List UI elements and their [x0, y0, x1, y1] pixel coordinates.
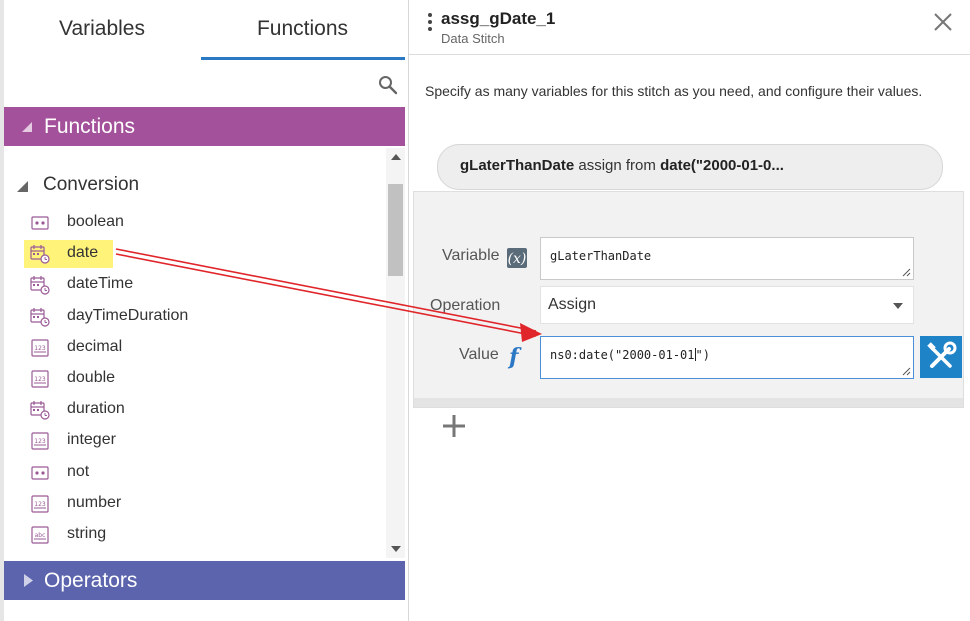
- svg-text:123: 123: [34, 345, 46, 352]
- category-label: Conversion: [43, 174, 140, 195]
- stitch-subtitle: Data Stitch: [441, 31, 505, 46]
- function-item-integer[interactable]: 123 integer: [24, 427, 384, 455]
- svg-text:123: 123: [34, 438, 46, 445]
- function-item-date[interactable]: date: [24, 240, 384, 269]
- number-123-icon: 123: [31, 432, 49, 450]
- number-123-icon: 123: [31, 339, 49, 357]
- function-item-datetime[interactable]: dateTime: [24, 271, 384, 299]
- operators-section-label: Operators: [44, 569, 138, 592]
- tools-wrench-screwdriver-icon: [927, 341, 957, 368]
- function-item-boolean[interactable]: boolean: [24, 209, 384, 237]
- boolean-icon: [31, 465, 49, 480]
- calendar-clock-icon: [30, 401, 50, 420]
- svg-text:123: 123: [34, 501, 46, 508]
- function-item-label: duration: [67, 400, 125, 418]
- function-item-not[interactable]: not: [24, 459, 384, 487]
- value-label: Value: [459, 346, 499, 363]
- operation-select[interactable]: Assign: [540, 286, 914, 324]
- function-item-label: boolean: [67, 213, 124, 230]
- function-item-label: dayTimeDuration: [67, 306, 189, 324]
- assignment-connector: assign from: [578, 157, 656, 174]
- function-item-number[interactable]: 123 number: [24, 490, 384, 518]
- variable-field[interactable]: gLaterThanDate: [540, 237, 914, 280]
- function-item-string[interactable]: abc string: [24, 521, 384, 549]
- function-item-decimal[interactable]: 123 decimal: [24, 334, 384, 362]
- expanded-triangle-icon: [17, 181, 28, 192]
- tab-functions[interactable]: Functions: [200, 0, 405, 60]
- scroll-up-arrow-icon[interactable]: [391, 154, 401, 160]
- resize-handle-icon[interactable]: [902, 268, 911, 277]
- function-palette: Variables Functions Functions Conversion…: [0, 0, 408, 621]
- function-item-label: number: [67, 493, 122, 511]
- function-item-label: integer: [67, 431, 116, 449]
- category-conversion[interactable]: Conversion: [4, 170, 384, 200]
- value-expression-field[interactable]: ns0:date("2000-01-01"): [540, 336, 914, 379]
- add-variable-button[interactable]: [441, 413, 467, 439]
- value-text-before-cursor: ns0:date("2000-01-01: [550, 348, 695, 362]
- more-options-icon[interactable]: [428, 13, 432, 31]
- calendar-clock-icon: [30, 245, 50, 264]
- expression-builder-button[interactable]: [920, 336, 962, 378]
- header-divider: [409, 54, 970, 55]
- list-scrollbar[interactable]: [386, 148, 405, 558]
- calendar-clock-icon: [30, 276, 50, 295]
- scroll-down-arrow-icon[interactable]: [391, 546, 401, 552]
- number-123-icon: 123: [31, 495, 49, 513]
- stitch-description: Specify as many variables for this stitc…: [425, 83, 923, 99]
- scroll-thumb[interactable]: [388, 184, 403, 276]
- function-item-label: decimal: [67, 337, 123, 355]
- operation-label: Operation: [430, 297, 501, 314]
- function-f-icon[interactable]: f: [509, 346, 527, 368]
- active-tab-indicator: [201, 57, 405, 60]
- boolean-icon: [31, 216, 49, 230]
- text-abc-icon: abc: [31, 526, 49, 544]
- function-item-double[interactable]: 123 double: [24, 365, 384, 393]
- collapsed-triangle-icon: [24, 574, 33, 587]
- svg-text:(x): (x): [508, 251, 527, 267]
- function-item-label: not: [67, 462, 90, 480]
- function-item-label: double: [67, 369, 116, 386]
- variable-field-value: gLaterThanDate: [550, 249, 652, 263]
- chevron-down-icon: [893, 303, 903, 309]
- close-icon[interactable]: [933, 12, 953, 32]
- functions-section-label: Functions: [44, 115, 136, 138]
- operators-section-header[interactable]: Operators: [4, 561, 405, 600]
- tab-variables[interactable]: Variables: [4, 0, 200, 60]
- svg-text:123: 123: [34, 376, 46, 383]
- variable-x-icon[interactable]: (x): [507, 248, 527, 268]
- search-icon[interactable]: [378, 75, 398, 95]
- assignment-summary[interactable]: gLaterThanDate assign from date("2000-01…: [437, 144, 943, 190]
- resize-handle-icon[interactable]: [902, 367, 911, 376]
- function-item-daytimeduration[interactable]: dayTimeDuration: [24, 303, 384, 331]
- calendar-clock-icon: [30, 307, 50, 327]
- functions-section-header[interactable]: Functions: [4, 107, 405, 146]
- assignment-editor: Variable (x) gLaterThanDate Operation As…: [413, 191, 964, 408]
- operation-selected-value: Assign: [548, 296, 597, 313]
- svg-text:abc: abc: [35, 532, 46, 539]
- assignment-expression: date("2000-01-0...: [660, 157, 784, 174]
- assignment-variable: gLaterThanDate: [460, 157, 575, 174]
- value-text-after-cursor: "): [695, 348, 710, 362]
- stitch-title: assg_gDate_1: [441, 9, 556, 28]
- stitch-editor-panel: assg_gDate_1 Data Stitch Specify as many…: [409, 0, 970, 621]
- editor-footer-strip: [414, 398, 963, 407]
- function-item-label: string: [67, 525, 107, 542]
- function-item-duration[interactable]: duration: [24, 396, 384, 424]
- collapse-triangle-icon: [22, 122, 32, 132]
- function-item-label: dateTime: [67, 275, 134, 293]
- variable-label: Variable: [442, 247, 500, 264]
- number-123-icon: 123: [31, 370, 49, 388]
- function-list: Conversion boolean date dateTime dayTimeDur…: [4, 148, 387, 558]
- function-item-label: date: [67, 244, 99, 262]
